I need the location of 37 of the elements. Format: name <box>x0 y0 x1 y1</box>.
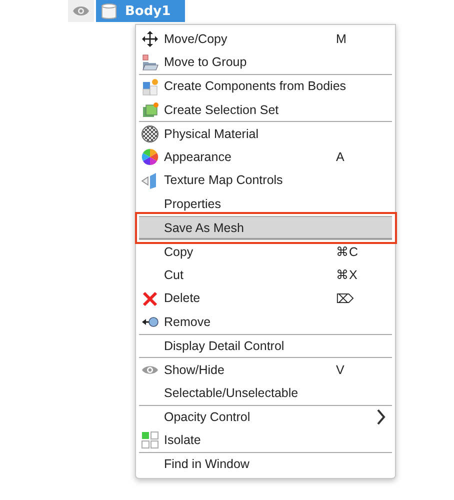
move-icon <box>141 30 159 48</box>
shortcut-label: V <box>336 362 346 377</box>
menu-item[interactable]: Opacity Control <box>139 404 392 428</box>
shortcut-label: ⌦ <box>336 290 355 306</box>
menu-item[interactable]: Properties <box>139 192 392 216</box>
menu-item[interactable]: Display Detail Control <box>139 334 392 358</box>
menu-item[interactable]: Selectable/Unselectable <box>139 380 392 404</box>
menu-item[interactable]: Isolate <box>139 428 392 452</box>
folder-icon <box>141 54 159 72</box>
color-wheel-icon <box>141 148 159 166</box>
menu-item[interactable]: Texture Map Controls <box>139 168 392 192</box>
menu-item[interactable]: Delete ⌦ <box>139 286 392 310</box>
shortcut-label: M <box>336 32 348 46</box>
components-icon <box>141 78 159 96</box>
menu-item[interactable]: Physical Material <box>139 121 392 145</box>
menu-item[interactable]: Show/Hide V <box>139 357 392 381</box>
chevron-right-icon <box>376 408 386 425</box>
eye-icon <box>72 5 90 17</box>
isolate-icon <box>141 431 159 450</box>
visibility-toggle[interactable] <box>68 0 94 22</box>
menu-item[interactable]: Create Components from Bodies <box>139 74 392 98</box>
shortcut-label: ⌘X <box>336 267 358 282</box>
menu-item[interactable]: Move/Copy M <box>139 27 392 51</box>
checkered-sphere-icon <box>141 125 159 144</box>
menu-item[interactable]: Copy ⌘C <box>139 239 392 263</box>
selection-set-icon <box>141 100 159 119</box>
menu-item[interactable]: Create Selection Set <box>139 98 392 122</box>
menu-item[interactable]: Move to Group <box>139 50 392 74</box>
texture-map-icon <box>141 172 159 190</box>
menu-item[interactable]: Find in Window <box>139 452 392 476</box>
cylinder-icon <box>101 2 117 20</box>
delete-icon <box>141 290 159 308</box>
menu-item[interactable]: Cut ⌘X <box>139 262 392 287</box>
shortcut-label: ⌘C <box>336 244 360 260</box>
menu-item[interactable]: Appearance A <box>139 144 392 169</box>
menu-item[interactable]: Remove <box>139 310 392 334</box>
shortcut-label: A <box>336 150 346 164</box>
